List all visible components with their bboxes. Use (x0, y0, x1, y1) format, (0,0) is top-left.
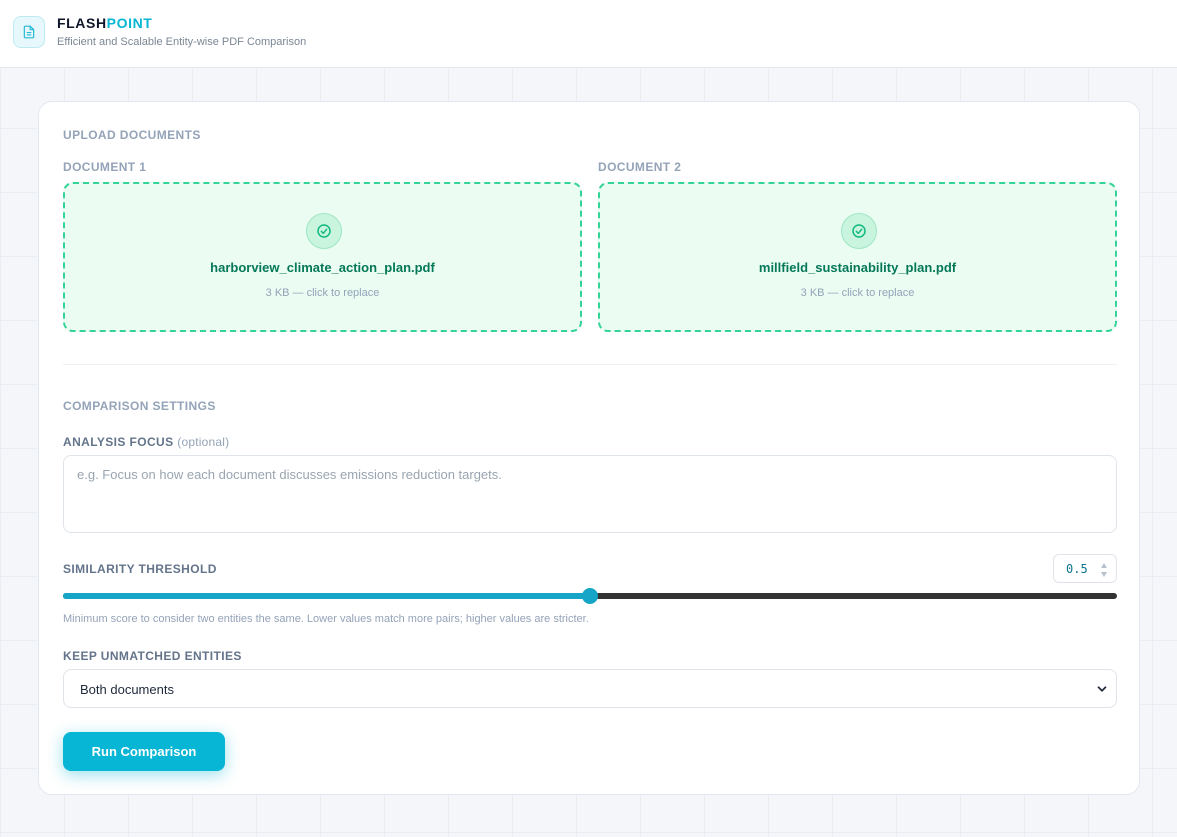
document-2-file-name: millfield_sustainability_plan.pdf (758, 260, 957, 275)
comparison-form-card: UPLOAD DOCUMENTS DOCUMENT 1 DOCUMENT 2 h… (38, 101, 1140, 795)
run-comparison-button[interactable]: Run Comparison (63, 732, 225, 771)
document-1-dropzone[interactable]: harborview_climate_action_plan.pdf 3 KB … (63, 182, 582, 332)
document-2-status (841, 213, 877, 249)
document-1-label: DOCUMENT 1 (63, 160, 147, 174)
document-2-dropzone[interactable]: millfield_sustainability_plan.pdf 3 KB —… (598, 182, 1117, 332)
brand-accent: POINT (106, 15, 153, 31)
analysis-focus-label: ANALYSIS FOCUS (optional) (63, 435, 229, 449)
similarity-threshold-label: SIMILARITY THRESHOLD (63, 562, 217, 576)
spin-up-icon[interactable] (1101, 563, 1107, 568)
check-circle-icon (317, 224, 331, 238)
document-1-file-meta: 3 KB — click to replace (265, 287, 380, 299)
keep-unmatched-select[interactable]: Both documents (63, 669, 1117, 708)
document-1-file-name: harborview_climate_action_plan.pdf (210, 260, 435, 275)
keep-unmatched-selected: Both documents (80, 682, 174, 697)
chevron-down-icon (1097, 686, 1107, 692)
slider-thumb[interactable] (582, 588, 598, 604)
optional-note: (optional) (177, 435, 230, 449)
app-header: FLASHPOINT Efficient and Scalable Entity… (0, 0, 1177, 68)
spin-down-icon[interactable] (1101, 572, 1107, 577)
threshold-help-text: Minimum score to consider two entities t… (63, 613, 589, 625)
analysis-focus-label-text: ANALYSIS FOCUS (63, 435, 174, 449)
analysis-focus-input[interactable] (63, 455, 1117, 533)
threshold-number-input[interactable]: 0.5 (1053, 554, 1117, 583)
threshold-value: 0.5 (1066, 562, 1088, 576)
app-tagline: Efficient and Scalable Entity-wise PDF C… (57, 36, 307, 48)
threshold-slider[interactable] (63, 588, 1117, 604)
keep-unmatched-label: KEEP UNMATCHED ENTITIES (63, 649, 242, 663)
settings-section-title: COMPARISON SETTINGS (63, 399, 216, 413)
document-icon (23, 25, 35, 39)
document-2-file-meta: 3 KB — click to replace (800, 287, 915, 299)
app-title: FLASHPOINT (57, 15, 152, 31)
document-2-label: DOCUMENT 2 (598, 160, 682, 174)
check-circle-icon (852, 224, 866, 238)
logo-tile (13, 16, 45, 48)
document-1-status (306, 213, 342, 249)
slider-fill (63, 593, 590, 599)
brand-primary: FLASH (57, 15, 107, 31)
upload-section-title: UPLOAD DOCUMENTS (63, 128, 201, 142)
section-divider (63, 364, 1117, 365)
